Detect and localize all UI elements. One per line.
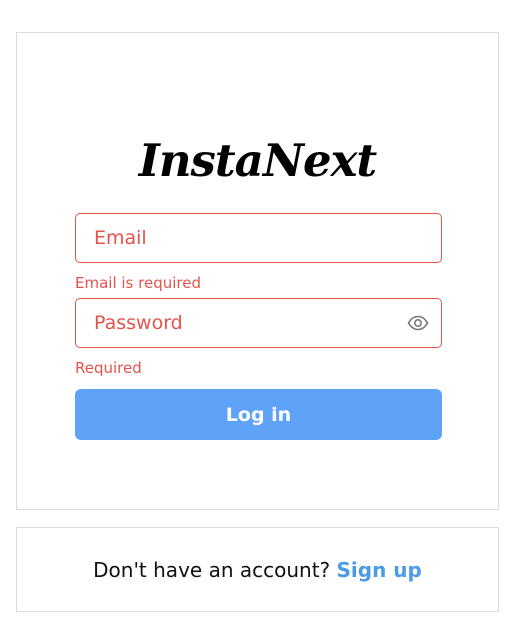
- signup-prompt-row: Don't have an account? Sign up: [93, 558, 422, 582]
- app-logo: InstaNext: [138, 134, 377, 187]
- login-button[interactable]: Log in: [75, 389, 442, 440]
- signup-link[interactable]: Sign up: [337, 558, 422, 582]
- email-field-container: [75, 213, 442, 263]
- password-error-message: Required: [75, 359, 142, 377]
- password-field-container: [75, 298, 442, 348]
- login-card: InstaNext Email is required Required Log…: [16, 32, 499, 510]
- email-error-message: Email is required: [75, 274, 201, 292]
- email-input[interactable]: [76, 214, 441, 262]
- password-input[interactable]: [76, 299, 441, 347]
- signup-card: Don't have an account? Sign up: [16, 527, 499, 612]
- eye-icon[interactable]: [407, 314, 429, 332]
- signup-prompt-text: Don't have an account?: [93, 557, 331, 582]
